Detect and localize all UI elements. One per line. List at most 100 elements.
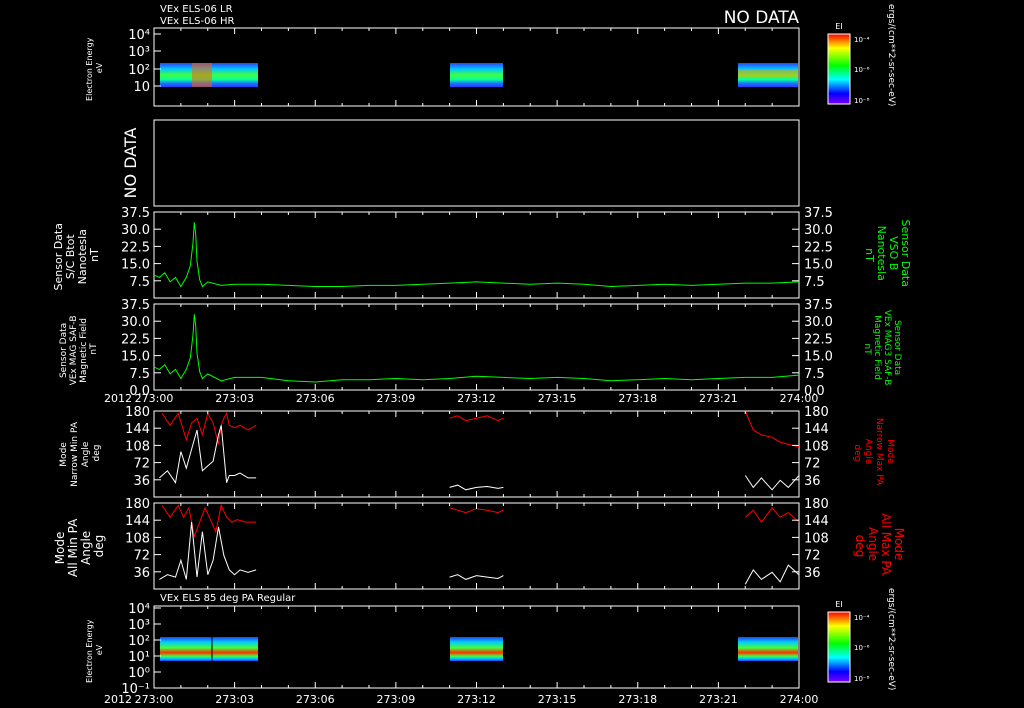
time-axis-upper: 2012 273:00 273:03 273:06 273:09 273:12 273:15… [104, 392, 818, 405]
colorbar-2-unit-label: ergs/(cm**2-sr-sec-eV) [886, 588, 896, 690]
all-pa-min-pa-line [744, 564, 800, 585]
mag-ylabel-right-l4: nT [862, 343, 872, 355]
mag-ytick-label-left: 22.5 [121, 332, 150, 347]
axis-time-label-lower: 273:15 [538, 693, 577, 706]
panel-mag-saf-b: 0.0 0.07.5 7.515.0 15.022.5 22.530.0 30.037.5… [59, 298, 902, 399]
narrow-pa-ylabel-left-l1: Mode [59, 442, 69, 467]
btot-ytick-label-right: 7.5 [804, 275, 825, 290]
axis-time-label-lower: 274:00 [780, 693, 819, 706]
all-pa-min-pa-line [159, 522, 257, 580]
spectrogram-2-ytick-label-left: 10³ [128, 618, 150, 633]
btot-ylabel-left: Sensor Data S/C Btot Nanotesla nT [52, 220, 101, 291]
panel-btot: 7.5 7.5 15.0 15.0 22.5 22.5 30.0 30.0 37.5 37.5 S… [52, 206, 912, 299]
colorbar-1-tick-0: 10⁻⁴ [854, 36, 870, 44]
all-pa-ylabel-left-l1: Mode [53, 532, 67, 565]
all-pa-ytick-label-left: 108 [125, 531, 150, 546]
spectrogram-1-ytick-label-left: 10 [133, 80, 150, 95]
header-line1: VEx ELS-06 LR [160, 4, 233, 15]
spectrogram-2-block-b [450, 637, 503, 661]
all-pa-ylabel-left-l3: Angle [79, 531, 93, 565]
btot-ylabel-left-l4: nT [88, 248, 101, 262]
mag-ylabel-left-l1: Sensor Data [59, 323, 69, 378]
narrow-pa-ytick-label-left: 108 [125, 439, 150, 454]
narrow-pa-ytick-label-right: 108 [804, 439, 829, 454]
mag-ytick-label-left: 7.5 [129, 367, 150, 382]
axis-time-label-lower: 273:12 [457, 693, 496, 706]
axis-time-label-upper: 273:06 [296, 392, 335, 405]
spectrogram-2-ylabel: Electron Energy eV [85, 617, 104, 683]
all-pa-max-pa-line [161, 503, 257, 539]
all-pa-ylabel-right-l1: Mode [892, 528, 906, 561]
narrow-pa-min-pa-line [159, 425, 257, 485]
narrow-pa-ylabel-left: Mode Narrow Min PA Angle deg [59, 419, 102, 487]
axis-year-label-lower: 2012 [104, 693, 132, 706]
narrow-pa-ylabel-left-l4: deg [92, 445, 102, 462]
mag-ytick-label-left: 15.0 [121, 350, 150, 365]
btot-ylabel-right-l4: nT [863, 248, 876, 262]
narrow-pa-ylabel-right-l2: Narrow Max PA [874, 418, 884, 486]
btot-ytick-label-left: 15.0 [121, 258, 150, 273]
all-pa-ytick-label-left: 36 [133, 566, 150, 581]
spectrogram-2-ytick-label-left: 10² [128, 634, 150, 649]
spectrogram-1-ylabel-l2: eV [95, 62, 104, 73]
btot-ytick-label-left: 30.0 [121, 223, 150, 238]
narrow-pa-ytick-label-right: 144 [804, 422, 829, 437]
axis-time-label-upper: 274:00 [780, 392, 819, 405]
mag-ytick-label-right: 30.0 [804, 315, 833, 330]
colorbar-1 [827, 33, 851, 105]
axis-time-label-upper: 273:18 [618, 392, 657, 405]
narrow-pa-ytick-label-left: 72 [133, 457, 150, 472]
narrow-pa-ytick-label-left: 144 [125, 422, 150, 437]
btot-ytick-label-right: 30.0 [804, 223, 833, 238]
spectrogram-1-ytick-label-left: 10³ [128, 45, 150, 60]
spectrogram-1-ylabel: Electron Energy eV [85, 35, 104, 101]
narrow-pa-ytick-label-right: 180 [804, 405, 829, 420]
spectrogram-1-ytick-label-left: 10² [128, 63, 150, 78]
spectrogram-1-block-b [450, 63, 503, 87]
all-pa-ytick-label-right: 72 [804, 549, 821, 564]
mag-ytick-label-right: 15.0 [804, 350, 833, 365]
mag-ylabel-right-l1: Sensor Data [892, 320, 902, 375]
spectrogram-1-block-c-warm [738, 70, 798, 78]
all-pa-ytick-label-right: 180 [804, 497, 829, 512]
no-data-top-label: NO DATA [724, 8, 800, 28]
spectrogram-2-ylabel-l2: eV [95, 644, 104, 655]
narrow-pa-frame [153, 410, 800, 498]
spectrogram-2-ytick-label-left: 10⁴ [128, 602, 150, 617]
spectrogram-2-title: VEx ELS 85 deg PA Regular [160, 593, 296, 604]
panel-narrow-pa: 36 36 72 72 108 108 144 144 180 180 Mode Narrow M… [59, 405, 895, 498]
spectrogram-2-block-a [160, 637, 258, 661]
axis-time-label-upper: 273:03 [215, 392, 254, 405]
narrow-pa-ytick-label-right: 36 [804, 474, 821, 489]
axis-time-label-upper: 273:15 [538, 392, 577, 405]
mag-ylabel-left-l2: VEx MAG SAF-B [69, 315, 79, 385]
all-pa-ytick-label-left: 144 [125, 514, 150, 529]
all-pa-ylabel-right-l2: All Max PA [879, 513, 893, 576]
all-pa-ylabel-right-l3: Angle [866, 527, 880, 561]
spectrogram-1-ylabel-l1: Electron Energy [85, 37, 94, 101]
panel-no-data: NO DATA [121, 119, 800, 207]
btot-ytick-label-left: 22.5 [121, 240, 150, 255]
all-pa-ytick-label-right: 144 [804, 514, 829, 529]
axis-time-label-lower: 273:00 [135, 693, 174, 706]
btot-ytick-label-right: 15.0 [804, 258, 833, 273]
axis-time-label-upper: 273:12 [457, 392, 496, 405]
panel-all-pa: 36 36 72 72 108 108 144 144 180 180 Mode All Min … [53, 497, 906, 590]
no-data-panel-label: NO DATA [121, 128, 140, 199]
mag-ylabel-left-l4: nT [89, 343, 99, 355]
colorbar-2-tick-1: 10⁻⁶ [854, 644, 870, 652]
spectrogram-1-hotspot [192, 63, 212, 87]
spectrogram-2-ytick-label-left: 10⁰ [128, 666, 150, 681]
spectrogram-2-ytick-label-left: 10¹ [128, 650, 150, 665]
mag-ylabel-right-l3: Magnetic Field [872, 315, 882, 380]
narrow-pa-ylabel-left-l2: Narrow Min PA [70, 421, 80, 487]
spectrogram-1-ytick-label-left: 10⁴ [128, 28, 150, 43]
narrow-pa-ylabel-right-l3: Angle [863, 439, 873, 465]
mag-ytick-label-left: 30.0 [121, 315, 150, 330]
header-line2: VEx ELS-06 HR [160, 16, 235, 27]
all-pa-max-pa-line [744, 506, 800, 523]
spectrogram-2-block-c [738, 637, 798, 661]
mag-ylabel-left-l3: Magnetic Field [79, 318, 89, 383]
mag-ytick-label-right: 7.5 [804, 367, 825, 382]
time-axis-lower: 2012 273:00 273:03 273:06 273:09 273:12 273:15… [104, 693, 818, 706]
